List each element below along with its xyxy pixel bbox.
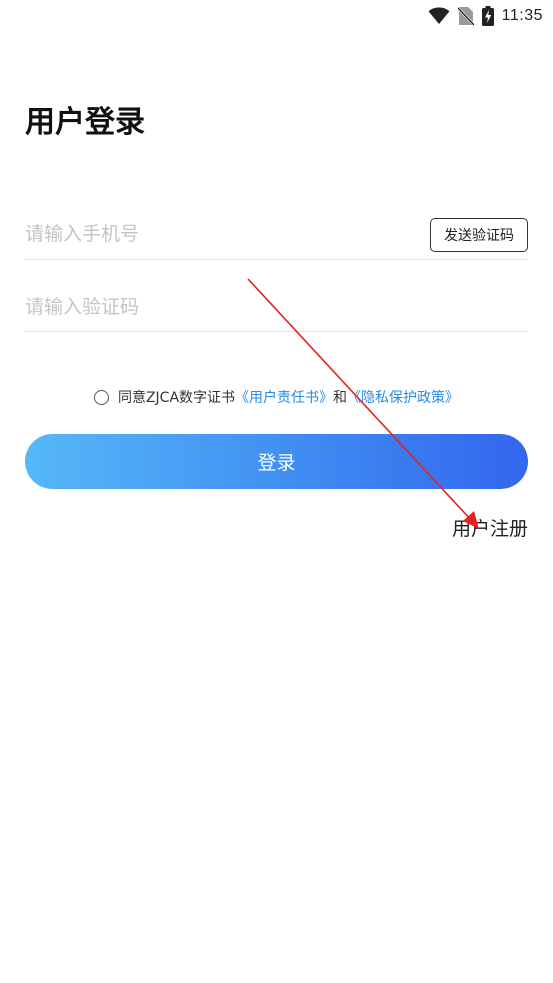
agreement-row: 同意ZJCA数字证书 《用户责任书》 和 《隐私保护政策》 bbox=[0, 386, 553, 408]
phone-input[interactable] bbox=[25, 210, 415, 258]
phone-row: 发送验证码 bbox=[25, 210, 528, 260]
agreement-conjunction: 和 bbox=[333, 390, 348, 406]
wifi-icon bbox=[428, 7, 450, 25]
agreement-text: 同意ZJCA数字证书 bbox=[117, 390, 236, 406]
send-code-button[interactable]: 发送验证码 bbox=[430, 218, 528, 252]
register-link[interactable]: 用户注册 bbox=[452, 514, 528, 541]
privacy-link[interactable]: 《隐私保护政策》 bbox=[347, 387, 459, 407]
annotation-arrow bbox=[247, 278, 479, 529]
battery-charging-icon bbox=[481, 6, 494, 26]
status-bar: 11:35 bbox=[0, 0, 553, 32]
login-button[interactable]: 登录 bbox=[25, 434, 528, 489]
terms-link[interactable]: 《用户责任书》 bbox=[235, 387, 333, 407]
status-time: 11:35 bbox=[501, 7, 543, 24]
code-row bbox=[25, 283, 528, 332]
agreement-checkbox[interactable] bbox=[93, 389, 109, 405]
verification-code-input[interactable] bbox=[25, 283, 528, 331]
page-title: 用户登录 bbox=[25, 105, 145, 140]
no-sim-icon bbox=[457, 6, 474, 26]
status-icons: 11:35 bbox=[428, 5, 543, 27]
